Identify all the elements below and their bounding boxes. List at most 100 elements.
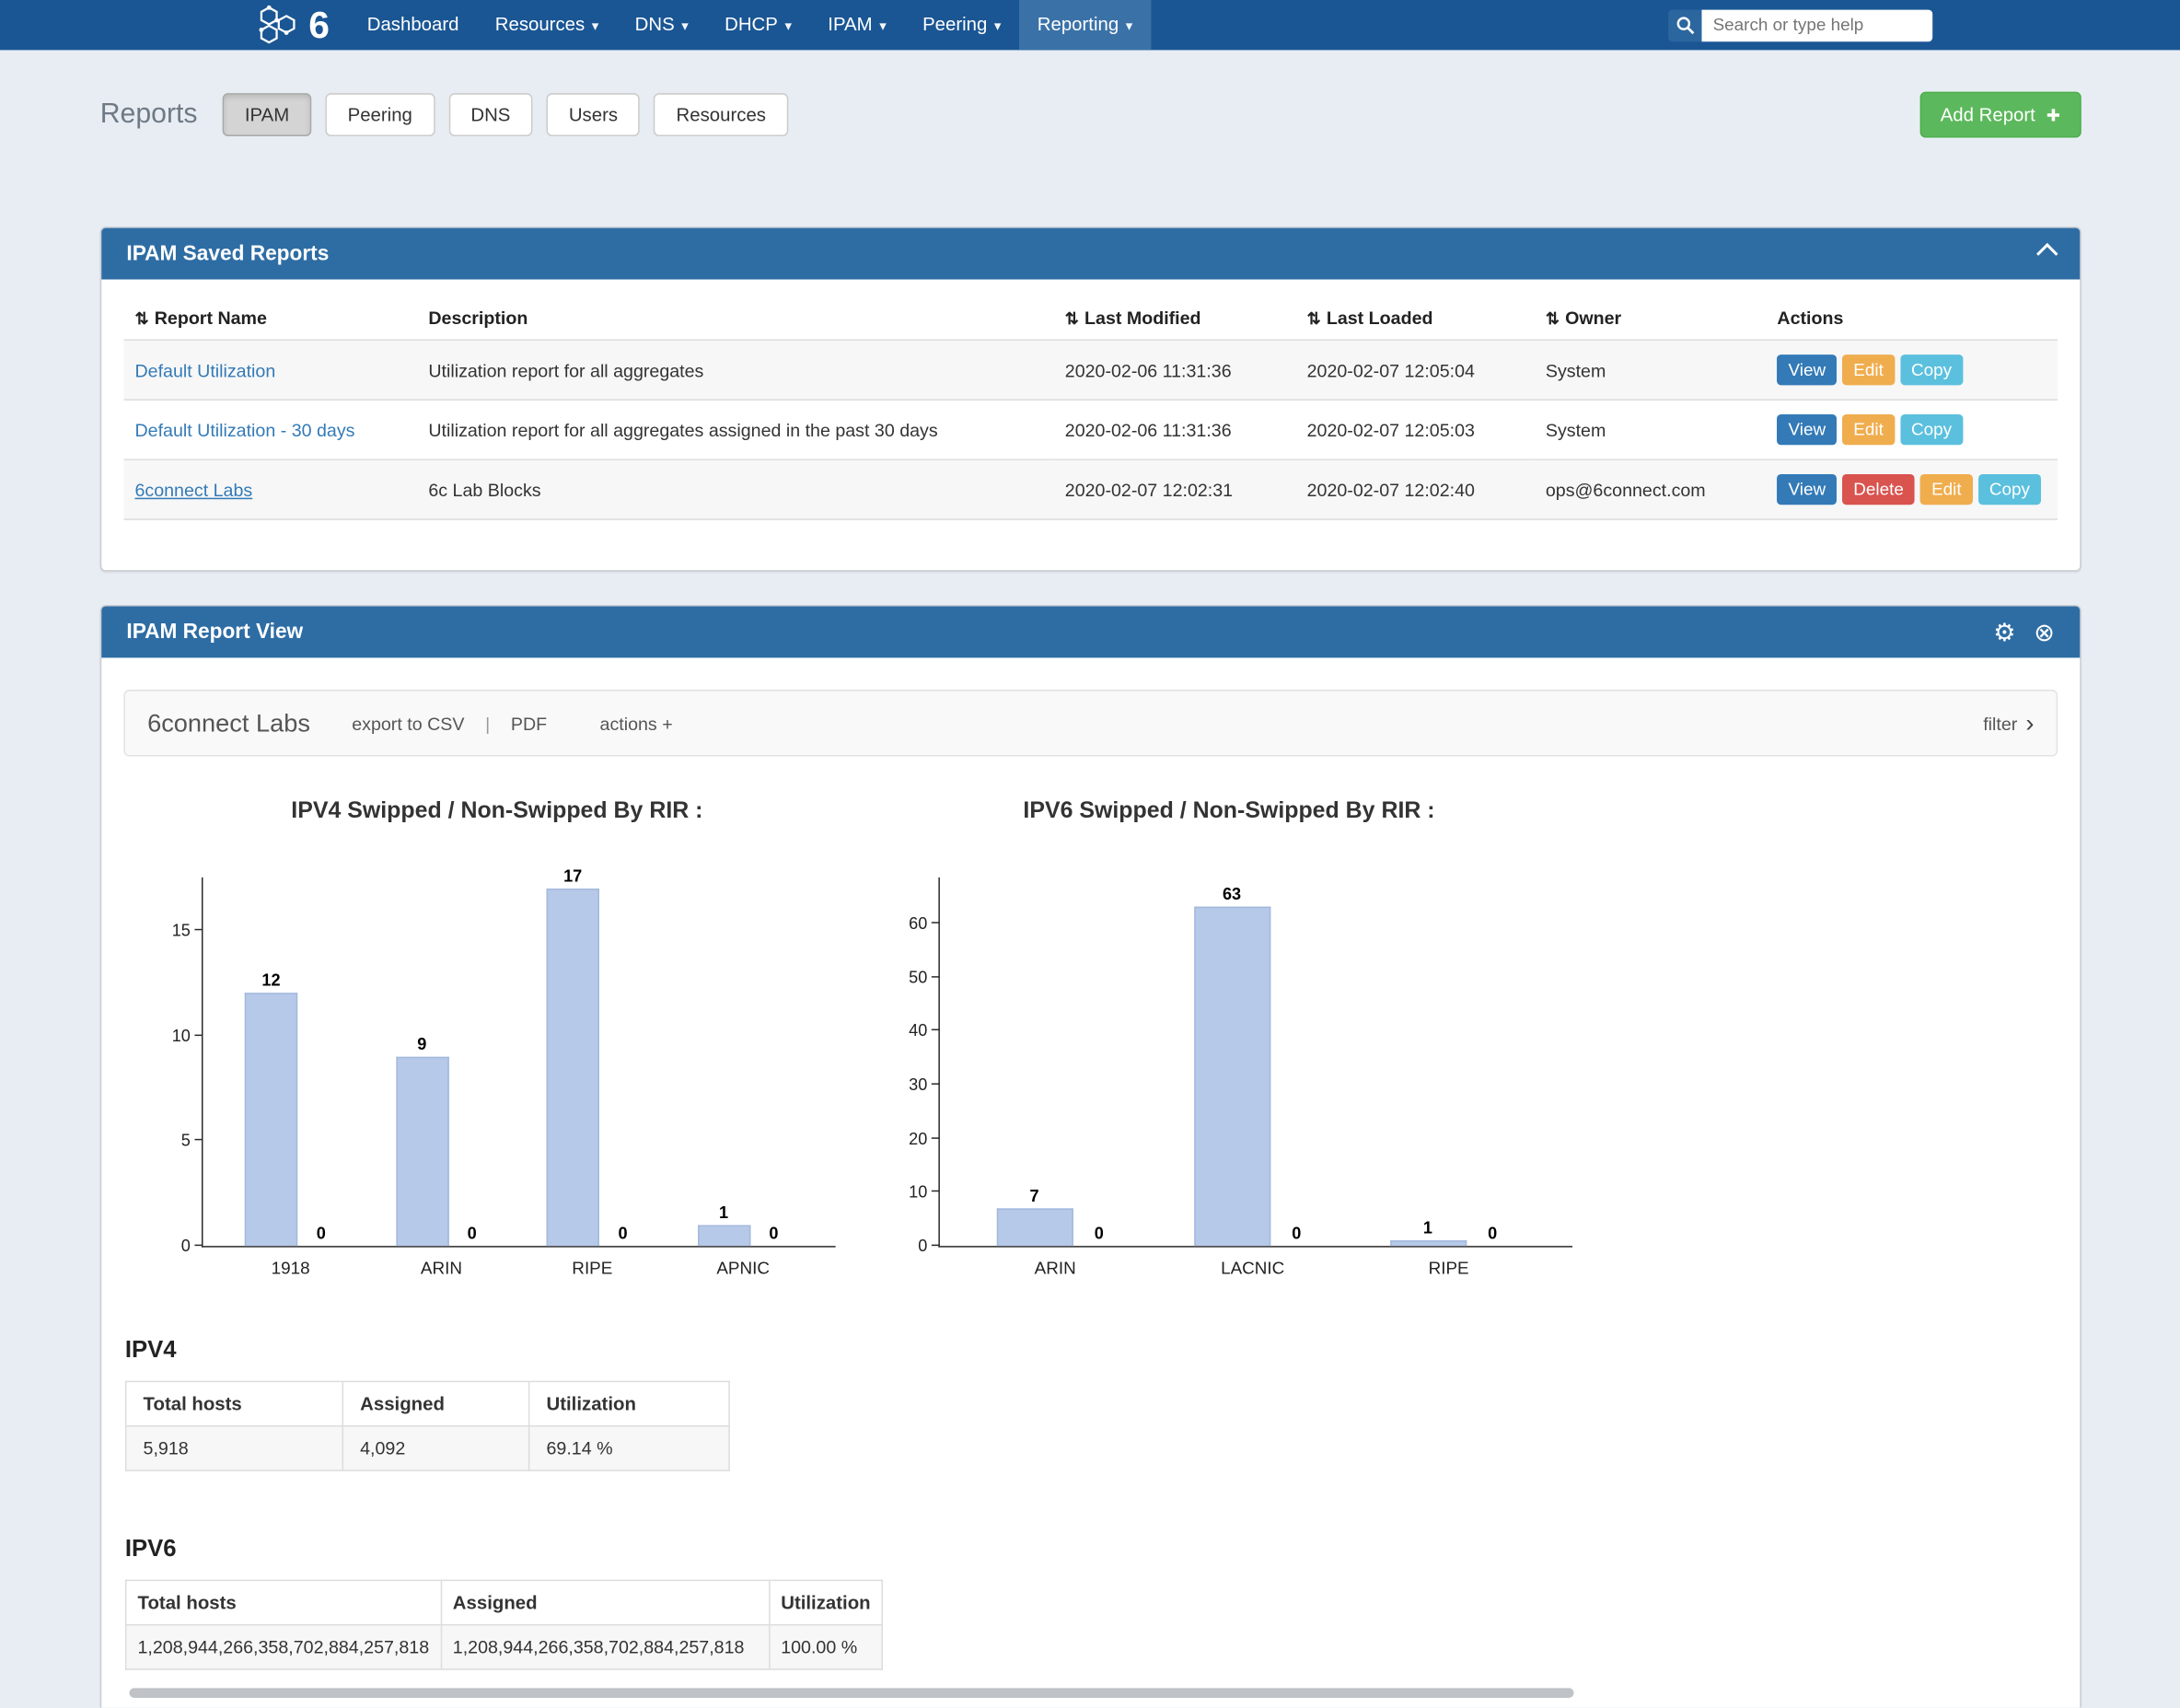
tab-users[interactable]: Users (547, 93, 641, 136)
logo[interactable]: 6 (254, 0, 330, 50)
table-row: 1,208,944,266,358,702,884,257,818 1,208,… (126, 1625, 883, 1669)
bar-group: 10 (697, 1203, 789, 1246)
column-header-utilization: Utilization (529, 1381, 729, 1425)
last-loaded-cell: 2020-02-07 12:05:04 (1296, 340, 1535, 400)
top-nav: 6 DashboardResources▾DNS▾DHCP▾IPAM▾Peeri… (0, 0, 2180, 50)
nav-item-peering[interactable]: Peering▾ (904, 0, 1019, 50)
add-report-button[interactable]: Add Report ✚ (1919, 92, 2081, 138)
edit-button[interactable]: Edit (1842, 354, 1895, 385)
column-header-owner[interactable]: ⇅Owner (1535, 299, 1767, 341)
nav-item-dashboard[interactable]: Dashboard (349, 0, 477, 50)
ipv4-heading: IPV4 (125, 1336, 2058, 1364)
bar-value-label: 0 (769, 1224, 778, 1243)
column-header-total-hosts: Total hosts (126, 1381, 343, 1425)
y-tick-label: 10 (172, 1026, 191, 1045)
y-tick-label: 40 (909, 1021, 927, 1040)
y-tick-label: 5 (181, 1131, 191, 1150)
y-tick-label: 0 (181, 1237, 191, 1256)
bar-swipped (697, 1225, 749, 1246)
x-category-label: RIPE (1373, 1259, 1525, 1278)
bar-column: 0 (1478, 1224, 1508, 1246)
nav-item-resources[interactable]: Resources▾ (477, 0, 617, 50)
column-header-last-loaded[interactable]: ⇅Last Loaded (1296, 299, 1535, 341)
bar-value-label: 0 (1095, 1224, 1104, 1243)
sort-icon: ⇅ (1307, 308, 1321, 328)
nav-item-reporting[interactable]: Reporting▾ (1019, 0, 1151, 50)
toolbar-separator: | (485, 713, 490, 734)
search-input[interactable] (1701, 9, 1932, 41)
view-button[interactable]: View (1777, 354, 1837, 385)
actions-cell: ViewDeleteEditCopy (1766, 459, 2058, 519)
close-icon[interactable]: ⊗ (2034, 620, 2055, 645)
delete-button[interactable]: Delete (1842, 474, 1915, 505)
bar-value-label: 0 (468, 1224, 477, 1243)
nav-item-dhcp[interactable]: DHCP▾ (706, 0, 809, 50)
tab-peering[interactable]: Peering (325, 93, 435, 136)
actions-menu-link[interactable]: actions + (600, 713, 673, 734)
column-header-assigned: Assigned (441, 1580, 769, 1624)
y-tick-mark (194, 929, 203, 931)
bar-column: 1 (1389, 1218, 1466, 1246)
y-tick-mark (932, 1083, 940, 1085)
owner-cell: System (1535, 400, 1767, 459)
copy-button[interactable]: Copy (1900, 414, 1963, 445)
pdf-link[interactable]: PDF (511, 713, 547, 734)
y-tick-mark (932, 1245, 940, 1247)
bar-column: 17 (547, 866, 599, 1246)
bar-value-label: 1 (719, 1203, 728, 1222)
tab-dns[interactable]: DNS (448, 93, 532, 136)
view-button[interactable]: View (1777, 474, 1837, 505)
ipv6-chart-title: IPV6 Swipped / Non-Swipped By RIR : (992, 798, 1465, 825)
description-cell: 6c Lab Blocks (417, 459, 1053, 519)
nav-item-ipam[interactable]: IPAM▾ (810, 0, 905, 50)
panel-title: IPAM Report View (126, 621, 303, 645)
report-view-panel-header: IPAM Report View ⚙ ⊗ (101, 606, 2080, 657)
report-view-panel-body: 6connect Labs export to CSV | PDF action… (101, 657, 2080, 1707)
report-name-link[interactable]: Default Utilization - 30 days (134, 419, 354, 440)
sort-icon: ⇅ (134, 308, 148, 328)
copy-button[interactable]: Copy (1978, 474, 2041, 505)
y-tick-label: 10 (909, 1182, 927, 1202)
report-name-cell: Default Utilization (123, 340, 417, 400)
last-modified-cell: 2020-02-06 11:31:36 (1054, 340, 1296, 400)
report-tabs: IPAM Peering DNS Users Resources (223, 93, 803, 136)
x-category-label: APNIC (667, 1259, 819, 1278)
x-category-label: ARIN (979, 1259, 1131, 1278)
report-name-link[interactable]: Default Utilization (134, 359, 275, 380)
gear-icon[interactable]: ⚙ (1993, 620, 2015, 645)
column-header-last-modified[interactable]: ⇅Last Modified (1054, 299, 1296, 341)
report-name-link[interactable]: 6connect Labs (134, 479, 252, 500)
chevron-down-icon: ▾ (681, 19, 689, 35)
horizontal-scrollbar[interactable] (129, 1688, 1573, 1698)
column-header-report-name[interactable]: ⇅Report Name (123, 299, 417, 341)
tab-resources[interactable]: Resources (654, 93, 788, 136)
bar-value-label: 0 (619, 1224, 628, 1243)
export-csv-link[interactable]: export to CSV (352, 713, 464, 734)
bar-group: 10 (1389, 1218, 1507, 1246)
bar-value-label: 0 (1488, 1224, 1497, 1243)
column-header-label: Owner (1565, 308, 1621, 329)
ipv6-utilization: 100.00 % (769, 1625, 882, 1669)
x-category-label: 1918 (215, 1259, 367, 1278)
y-tick-mark (932, 976, 940, 978)
table-row: 6connect Labs 6c Lab Blocks2020-02-07 12:… (123, 459, 2058, 519)
tab-ipam[interactable]: IPAM (223, 93, 312, 136)
ipv6-total-hosts: 1,208,944,266,358,702,884,257,818 (126, 1625, 441, 1669)
view-button[interactable]: View (1777, 414, 1837, 445)
edit-button[interactable]: Edit (1842, 414, 1895, 445)
logo-icon (254, 5, 298, 46)
last-modified-cell: 2020-02-07 12:02:31 (1054, 459, 1296, 519)
search-icon[interactable] (1668, 9, 1701, 41)
edit-button[interactable]: Edit (1920, 474, 1973, 505)
bar-column: 9 (396, 1034, 448, 1246)
report-toolbar: 6connect Labs export to CSV | PDF action… (123, 690, 2058, 756)
collapse-chevron-icon[interactable] (2036, 243, 2058, 264)
filter-toggle[interactable]: filter › (1983, 711, 2034, 736)
nav-menu: DashboardResources▾DNS▾DHCP▾IPAM▾Peering… (349, 0, 1151, 50)
copy-button[interactable]: Copy (1900, 354, 1963, 385)
owner-cell: ops@6connect.com (1535, 459, 1767, 519)
nav-item-dns[interactable]: DNS▾ (617, 0, 706, 50)
sort-icon: ⇅ (1065, 308, 1079, 328)
bar-column: 0 (306, 1224, 336, 1246)
plus-icon: ✚ (2047, 105, 2060, 124)
